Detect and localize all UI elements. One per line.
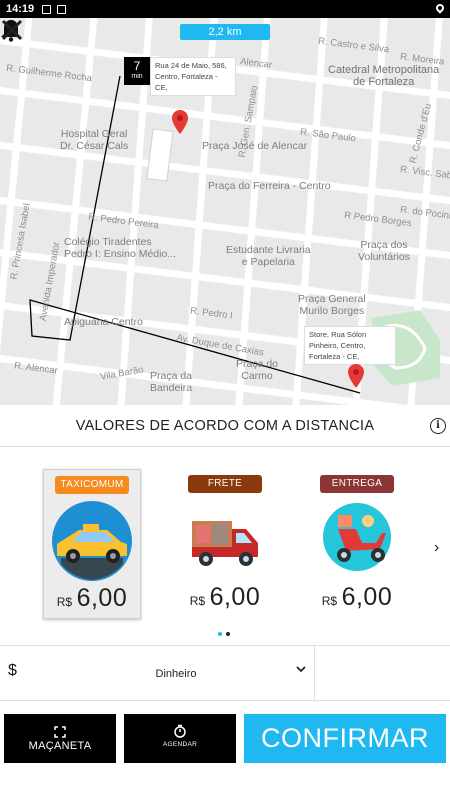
pager-dot[interactable] <box>226 632 230 636</box>
destination-pin-icon[interactable] <box>348 364 364 388</box>
map-poi-label: Praça do Ferreira - Centro <box>208 180 331 192</box>
handle-button-label: MAÇANETA <box>28 740 92 752</box>
service-badge: ENTREGA <box>320 475 394 493</box>
info-icon[interactable]: i <box>430 418 446 434</box>
expand-icon <box>54 726 66 738</box>
notification-icon <box>42 4 52 14</box>
price-value: 6,00 <box>341 583 393 611</box>
divider <box>314 646 315 702</box>
status-bar: 14:19 <box>0 0 450 18</box>
eta-badge: 7 min <box>124 57 150 85</box>
origin-address-callout: Rua 24 de Maio, 586, Centro, Fortaleza -… <box>150 57 236 96</box>
map-poi-label: Apiguana Centro <box>64 316 143 328</box>
currency-label: R$ <box>189 594 206 608</box>
map-poi-label: Praça da Bandeira <box>150 370 193 394</box>
service-price: R$ 6,00 <box>44 584 140 613</box>
handle-button[interactable]: MAÇANETA <box>4 714 116 763</box>
service-card-frete[interactable]: FRETE R$ 6,00 <box>176 469 274 619</box>
chevron-down-icon[interactable] <box>296 664 306 674</box>
service-badge: TAXICOMUM <box>55 476 129 494</box>
map-poi-label: Colégio Tiradentes Pedro I: Ensino Médio… <box>64 236 177 260</box>
service-price: R$ 6,00 <box>308 583 406 612</box>
chevron-right-icon[interactable]: › <box>434 539 439 557</box>
map-poi-label: Praça dos Voluntários <box>358 239 410 263</box>
service-price: R$ 6,00 <box>176 583 274 612</box>
pager-dot-active[interactable] <box>218 632 222 636</box>
eta-value: 7 <box>133 59 141 73</box>
payment-row: $ Dinheiro <box>0 645 450 702</box>
payment-method-select[interactable]: Dinheiro <box>40 656 312 692</box>
map-poi-label: Hospital Geral Dr. César Cals <box>60 128 129 152</box>
confirm-button[interactable]: CONFIRMAR <box>244 714 446 763</box>
price-value: 6,00 <box>209 583 261 611</box>
close-icon[interactable] <box>0 18 24 42</box>
taxi-icon <box>52 501 132 581</box>
timer-icon <box>174 724 186 738</box>
map-view[interactable]: R. Guilherme Rocha R. Castro e Silva Ale… <box>0 18 450 405</box>
map-poi-label: Estudante Livraria e Papelaria <box>226 244 311 268</box>
notification-icon <box>57 4 67 14</box>
service-carousel[interactable]: TAXICOMUM R$ 6,00 FRETE R$ 6,00 ENTREGA … <box>0 447 450 645</box>
service-badge: FRETE <box>188 475 262 493</box>
dollar-icon: $ <box>8 662 17 679</box>
schedule-button-label: AGENDAR <box>162 741 198 748</box>
map-poi-label: Praça do Carmo <box>236 358 279 382</box>
schedule-button[interactable]: AGENDAR <box>124 714 236 763</box>
currency-label: R$ <box>321 594 338 608</box>
status-time: 14:19 <box>6 3 35 15</box>
service-card-entrega[interactable]: ENTREGA R$ 6,00 <box>308 469 406 619</box>
map-poi-label: Praça General Murilo Borges <box>298 293 366 317</box>
location-icon <box>434 2 446 14</box>
carousel-pager <box>218 632 230 636</box>
map-poi-label: Praça José de Alencar <box>202 140 308 152</box>
price-value: 6,00 <box>76 584 128 612</box>
currency-label: R$ <box>56 595 73 609</box>
truck-icon <box>192 521 258 566</box>
eta-unit: min <box>131 73 143 80</box>
destination-address-callout: Store, Rua Sólon Pinheiro, Centro, Forta… <box>304 326 396 365</box>
map-poi-label: Catedral Metropolitana de Fortaleza <box>328 64 440 88</box>
app-root: 14:19 R. Guilherme Rocha R. Castro e Sil… <box>0 0 450 800</box>
values-header: VALORES DE ACORDO COM A DISTANCIA i <box>0 405 450 447</box>
values-title: VALORES DE ACORDO COM A DISTANCIA <box>75 417 375 434</box>
scooter-icon <box>323 503 391 571</box>
origin-pin-icon[interactable] <box>172 110 188 134</box>
service-card-taxicomum[interactable]: TAXICOMUM R$ 6,00 <box>43 469 141 619</box>
distance-badge: 2,2 km <box>180 24 270 40</box>
